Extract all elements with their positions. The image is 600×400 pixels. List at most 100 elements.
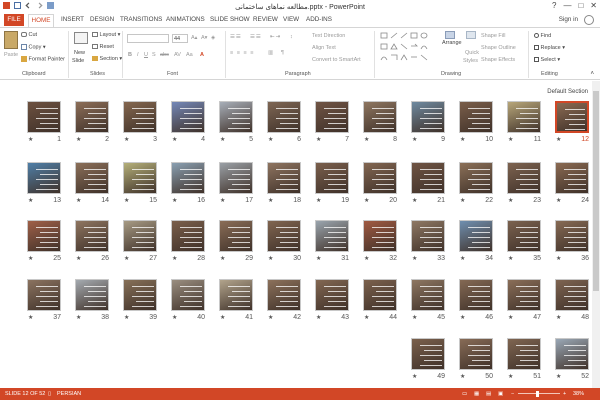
slide-thumbnail-30[interactable] xyxy=(267,220,301,252)
animation-star-icon[interactable]: ★ xyxy=(124,314,129,321)
new-slide-button[interactable]: New xyxy=(74,50,85,56)
animation-star-icon[interactable]: ★ xyxy=(316,314,321,321)
language-indicator[interactable]: PERSIAN xyxy=(57,391,81,397)
slide-thumbnail-12[interactable] xyxy=(555,101,589,133)
slide-thumbnail-20[interactable] xyxy=(363,162,397,194)
char-spacing-icon[interactable]: AV xyxy=(174,52,181,58)
collapse-ribbon-icon[interactable]: ˄ xyxy=(590,71,594,77)
animation-star-icon[interactable]: ★ xyxy=(172,197,177,204)
slide-thumbnail-35[interactable] xyxy=(507,220,541,252)
animation-star-icon[interactable]: ★ xyxy=(268,197,273,204)
align-icons[interactable]: ≡ ≡ ≡ ≡ xyxy=(230,50,254,56)
slide-thumbnail-49[interactable] xyxy=(411,338,445,370)
animation-star-icon[interactable]: ★ xyxy=(172,255,177,262)
slide-thumbnail-31[interactable] xyxy=(315,220,349,252)
slide-thumbnail-47[interactable] xyxy=(507,279,541,311)
slide-thumbnail-38[interactable] xyxy=(75,279,109,311)
animation-star-icon[interactable]: ★ xyxy=(508,197,513,204)
animation-star-icon[interactable]: ★ xyxy=(508,136,513,143)
animation-star-icon[interactable]: ★ xyxy=(412,314,417,321)
slide-thumbnail-18[interactable] xyxy=(267,162,301,194)
animation-star-icon[interactable]: ★ xyxy=(76,136,81,143)
slide-thumbnail-5[interactable] xyxy=(219,101,253,133)
replace-button[interactable]: Replace ▾ xyxy=(534,45,565,51)
change-case-icon[interactable]: Aa xyxy=(186,52,193,58)
underline-icon[interactable]: U xyxy=(144,52,148,58)
bold-icon[interactable]: B xyxy=(128,52,132,58)
columns-icon[interactable]: ▥ xyxy=(268,50,273,56)
animation-star-icon[interactable]: ★ xyxy=(460,197,465,204)
animation-star-icon[interactable]: ★ xyxy=(268,314,273,321)
animation-star-icon[interactable]: ★ xyxy=(28,197,33,204)
slide-thumbnail-19[interactable] xyxy=(315,162,349,194)
animation-star-icon[interactable]: ★ xyxy=(220,314,225,321)
animation-star-icon[interactable]: ★ xyxy=(508,314,513,321)
animation-star-icon[interactable]: ★ xyxy=(556,373,561,380)
slide-thumbnail-28[interactable] xyxy=(171,220,205,252)
slide-thumbnail-40[interactable] xyxy=(171,279,205,311)
align-text-button[interactable]: Align Text xyxy=(312,45,336,51)
new-slide-button-line2[interactable]: Slide xyxy=(72,58,84,64)
slide-thumbnail-33[interactable] xyxy=(411,220,445,252)
animation-star-icon[interactable]: ★ xyxy=(76,197,81,204)
animation-star-icon[interactable]: ★ xyxy=(364,314,369,321)
animation-star-icon[interactable]: ★ xyxy=(220,255,225,262)
slide-thumbnail-6[interactable] xyxy=(267,101,301,133)
quick-styles-button[interactable]: Quick xyxy=(465,50,479,56)
slide-thumbnail-51[interactable] xyxy=(507,338,541,370)
increase-font-icon[interactable]: A▴ xyxy=(191,35,197,41)
scrollbar-thumb[interactable] xyxy=(593,91,599,291)
slide-thumbnail-9[interactable] xyxy=(411,101,445,133)
slide-thumbnail-43[interactable] xyxy=(315,279,349,311)
copy-button[interactable]: Copy ▾ xyxy=(21,44,46,50)
rtl-icon[interactable]: ¶ xyxy=(281,50,284,56)
animation-star-icon[interactable]: ★ xyxy=(76,314,81,321)
new-slide-icon[interactable] xyxy=(74,32,88,44)
animation-star-icon[interactable]: ★ xyxy=(76,255,81,262)
minimize-button[interactable]: — xyxy=(563,1,571,10)
animation-star-icon[interactable]: ★ xyxy=(124,255,129,262)
slide-thumbnail-34[interactable] xyxy=(459,220,493,252)
animation-star-icon[interactable]: ★ xyxy=(460,373,465,380)
account-icon[interactable] xyxy=(584,15,594,25)
animation-star-icon[interactable]: ★ xyxy=(556,314,561,321)
numbering-icon[interactable]: ☰☰ xyxy=(250,34,262,40)
slide-thumbnail-15[interactable] xyxy=(123,162,157,194)
language-icon[interactable]: ▯ xyxy=(48,391,51,397)
font-name-dropdown[interactable] xyxy=(127,34,169,43)
tab-review[interactable]: REVIEW xyxy=(253,16,278,23)
font-size-dropdown[interactable]: 44 xyxy=(172,34,188,43)
animation-star-icon[interactable]: ★ xyxy=(460,136,465,143)
reset-button[interactable]: Reset xyxy=(92,44,114,50)
slide-thumbnail-36[interactable] xyxy=(555,220,589,252)
tab-file[interactable]: FILE xyxy=(4,14,24,26)
slide-thumbnail-21[interactable] xyxy=(411,162,445,194)
animation-star-icon[interactable]: ★ xyxy=(364,255,369,262)
tab-animations[interactable]: ANIMATIONS xyxy=(166,16,205,23)
slide-sorter-icon[interactable]: ▦ xyxy=(474,391,479,397)
slide-thumbnail-7[interactable] xyxy=(315,101,349,133)
animation-star-icon[interactable]: ★ xyxy=(412,373,417,380)
tab-home[interactable]: HOME xyxy=(28,14,54,27)
indent-icon[interactable]: ⇤⇥ xyxy=(270,34,281,40)
shadow-icon[interactable]: S xyxy=(152,52,156,58)
vertical-scrollbar[interactable] xyxy=(592,81,600,388)
slide-thumbnail-24[interactable] xyxy=(555,162,589,194)
animation-star-icon[interactable]: ★ xyxy=(316,255,321,262)
quick-styles-button-line2[interactable]: Styles xyxy=(463,58,478,64)
slide-thumbnail-22[interactable] xyxy=(459,162,493,194)
slide-thumbnail-1[interactable] xyxy=(27,101,61,133)
animation-star-icon[interactable]: ★ xyxy=(28,136,33,143)
slide-thumbnail-41[interactable] xyxy=(219,279,253,311)
slide-thumbnail-52[interactable] xyxy=(555,338,589,370)
sign-in-link[interactable]: Sign in xyxy=(559,16,578,23)
animation-star-icon[interactable]: ★ xyxy=(268,255,273,262)
slide-thumbnail-11[interactable] xyxy=(507,101,541,133)
slide-thumbnail-39[interactable] xyxy=(123,279,157,311)
layout-button[interactable]: Layout ▾ xyxy=(92,32,120,38)
animation-star-icon[interactable]: ★ xyxy=(508,373,513,380)
font-color-icon[interactable]: A xyxy=(200,52,204,58)
shape-outline-button[interactable]: Shape Outline xyxy=(481,45,516,51)
tab-view[interactable]: VIEW xyxy=(283,16,299,23)
tab-insert[interactable]: INSERT xyxy=(61,16,84,23)
